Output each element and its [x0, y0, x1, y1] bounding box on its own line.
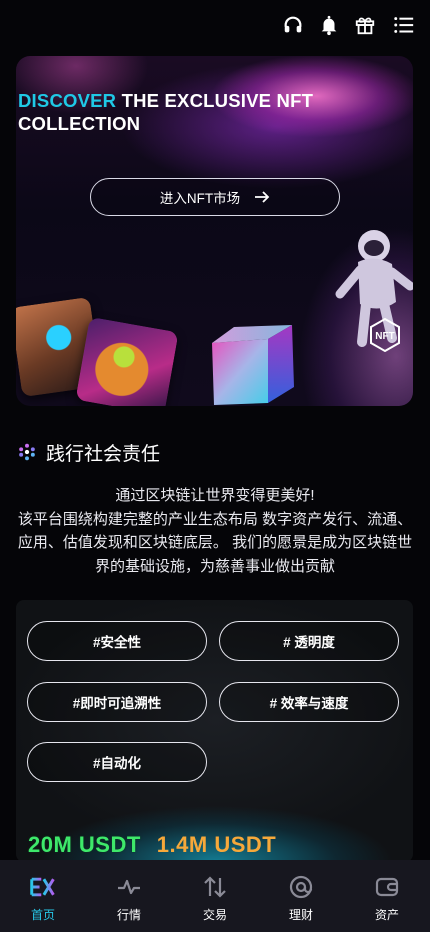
- section-header: 践行社会责任: [18, 440, 161, 465]
- nav-trade-label: 交易: [202, 908, 227, 922]
- tag-efficiency[interactable]: # 效率与速度: [219, 682, 399, 722]
- arrow-right-icon: [254, 191, 270, 203]
- hero-title-accent: DISCOVER: [18, 90, 117, 111]
- nav-home-label: 首页: [30, 908, 55, 922]
- nft-badge-text: NFT: [375, 331, 394, 342]
- nft-badge-icon: NFT: [370, 318, 400, 352]
- nft-card-monkey-image: [75, 316, 179, 406]
- wallet-icon: [375, 877, 399, 897]
- nav-market[interactable]: 行情: [86, 860, 172, 932]
- home-logo-icon: [30, 877, 55, 897]
- bottom-nav: 首页 行情 交易 理财 资产: [0, 860, 430, 932]
- nav-market-label: 行情: [116, 908, 141, 922]
- top-bar: [0, 0, 430, 50]
- pulse-icon: [118, 879, 140, 895]
- menu-icon[interactable]: [392, 14, 416, 36]
- bell-icon[interactable]: [318, 14, 340, 36]
- section-line-2: 该平台围绕构建完整的产业生态布局 数字资产发行、流通、应用、估值发现和区块链底层…: [17, 510, 413, 575]
- glass-cube-image: [212, 325, 294, 405]
- tag-security[interactable]: #安全性: [27, 621, 207, 661]
- section-line-1: 通过区块链让世界变得更美好!: [115, 487, 315, 504]
- enter-nft-market-button[interactable]: 进入NFT市场: [90, 178, 340, 216]
- nav-home[interactable]: 首页: [0, 860, 86, 932]
- tag-transparency[interactable]: # 透明度: [219, 621, 399, 661]
- tag-automation[interactable]: #自动化: [27, 742, 207, 782]
- gift-icon[interactable]: [354, 14, 376, 36]
- nav-finance-label: 理财: [288, 908, 313, 922]
- features-panel: #安全性 # 透明度 #即时可追溯性 # 效率与速度 #自动化 20M USDT…: [16, 600, 413, 862]
- stat-total-usdt: 20M USDT: [28, 832, 141, 857]
- section-description: 通过区块链让世界变得更美好! 该平台围绕构建完整的产业生态布局 数字资产发行、流…: [16, 484, 414, 578]
- finance-icon: [289, 875, 313, 899]
- enter-nft-market-label: 进入NFT市场: [159, 191, 241, 206]
- hero-title: DISCOVER THE EXCLUSIVE NFT COLLECTION: [18, 89, 338, 135]
- stats-row: 20M USDT 1.4M USDT: [28, 832, 276, 858]
- headset-icon[interactable]: [282, 14, 304, 36]
- hero-banner: DISCOVER THE EXCLUSIVE NFT COLLECTION 进入…: [16, 56, 413, 406]
- nav-assets-label: 资产: [374, 908, 399, 922]
- nav-trade[interactable]: 交易: [172, 860, 258, 932]
- tag-traceability[interactable]: #即时可追溯性: [27, 682, 207, 722]
- nav-finance[interactable]: 理财: [258, 860, 344, 932]
- hexagon-network-icon: [19, 443, 35, 461]
- nav-assets[interactable]: 资产: [344, 860, 430, 932]
- stat-donated-usdt: 1.4M USDT: [156, 832, 277, 857]
- swap-icon: [204, 876, 226, 898]
- section-title: 践行社会责任: [46, 443, 161, 465]
